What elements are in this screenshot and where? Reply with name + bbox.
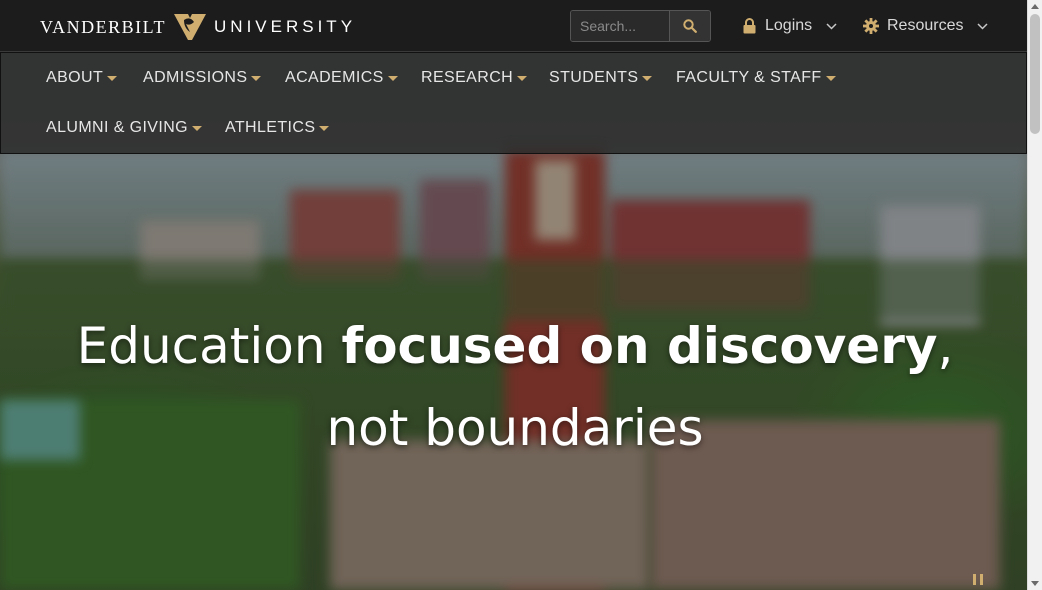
vanderbilt-logo[interactable]: VANDERBILT UNIVERSITY bbox=[40, 12, 356, 42]
nav-item-label: RESEARCH bbox=[421, 69, 514, 86]
caret-down-icon bbox=[107, 75, 118, 81]
nav-item-research[interactable]: RESEARCH bbox=[421, 68, 528, 88]
headline-part-1: Education bbox=[76, 317, 342, 375]
pause-slideshow-icon[interactable] bbox=[973, 574, 983, 585]
scroll-down-icon[interactable] bbox=[1031, 581, 1039, 586]
nav-item-students[interactable]: STUDENTS bbox=[549, 68, 653, 88]
scrollbar[interactable] bbox=[1027, 0, 1042, 590]
caret-down-icon bbox=[825, 75, 836, 81]
logins-label: Logins bbox=[765, 17, 813, 34]
resources-label: Resources bbox=[887, 17, 964, 34]
nav-item-label: ADMISSIONS bbox=[143, 69, 248, 86]
chevron-down-icon bbox=[977, 22, 989, 30]
caret-down-icon bbox=[517, 75, 528, 81]
headline-emphasis: focused on discovery bbox=[341, 317, 938, 375]
oak-leaf-v-icon bbox=[174, 14, 207, 40]
nav-item-label: ACADEMICS bbox=[285, 69, 384, 86]
nav-item-about[interactable]: ABOUT bbox=[46, 68, 118, 88]
nav-item-label: ATHLETICS bbox=[225, 119, 316, 136]
scroll-thumb[interactable] bbox=[1030, 14, 1040, 134]
caret-down-icon bbox=[319, 125, 330, 131]
search-input[interactable] bbox=[571, 11, 669, 41]
main-nav: ABOUT ADMISSIONS ACADEMICS RESEARCH STUD… bbox=[0, 52, 1027, 154]
nav-item-alumni-giving[interactable]: ALUMNI & GIVING bbox=[46, 118, 203, 138]
logins-dropdown[interactable]: Logins bbox=[742, 14, 837, 38]
nav-item-label: ALUMNI & GIVING bbox=[46, 119, 189, 136]
scroll-up-icon[interactable] bbox=[1031, 4, 1039, 9]
caret-down-icon bbox=[251, 75, 262, 81]
site-header: VANDERBILT UNIVERSITY Logins bbox=[0, 0, 1027, 52]
nav-item-label: ABOUT bbox=[46, 69, 104, 86]
resources-dropdown[interactable]: Resources bbox=[863, 14, 989, 38]
caret-down-icon bbox=[387, 75, 398, 81]
nav-item-academics[interactable]: ACADEMICS bbox=[285, 68, 398, 88]
hero-headline: Education focused on discovery, not boun… bbox=[40, 305, 990, 469]
caret-down-icon bbox=[192, 125, 203, 131]
lock-icon bbox=[743, 18, 756, 34]
nav-item-athletics[interactable]: ATHLETICS bbox=[225, 118, 330, 138]
nav-item-admissions[interactable]: ADMISSIONS bbox=[143, 68, 262, 88]
search-form bbox=[570, 10, 711, 42]
logo-word-university: UNIVERSITY bbox=[214, 17, 357, 36]
nav-item-label: STUDENTS bbox=[549, 69, 639, 86]
gear-icon bbox=[863, 18, 879, 34]
page: VANDERBILT UNIVERSITY Logins bbox=[0, 0, 1027, 590]
nav-item-faculty-staff[interactable]: FACULTY & STAFF bbox=[676, 68, 836, 88]
caret-down-icon bbox=[642, 75, 653, 81]
chevron-down-icon bbox=[826, 22, 837, 30]
search-icon bbox=[683, 19, 697, 33]
logo-word-vanderbilt: VANDERBILT bbox=[40, 16, 167, 37]
search-button[interactable] bbox=[669, 11, 710, 41]
nav-item-label: FACULTY & STAFF bbox=[676, 69, 822, 86]
